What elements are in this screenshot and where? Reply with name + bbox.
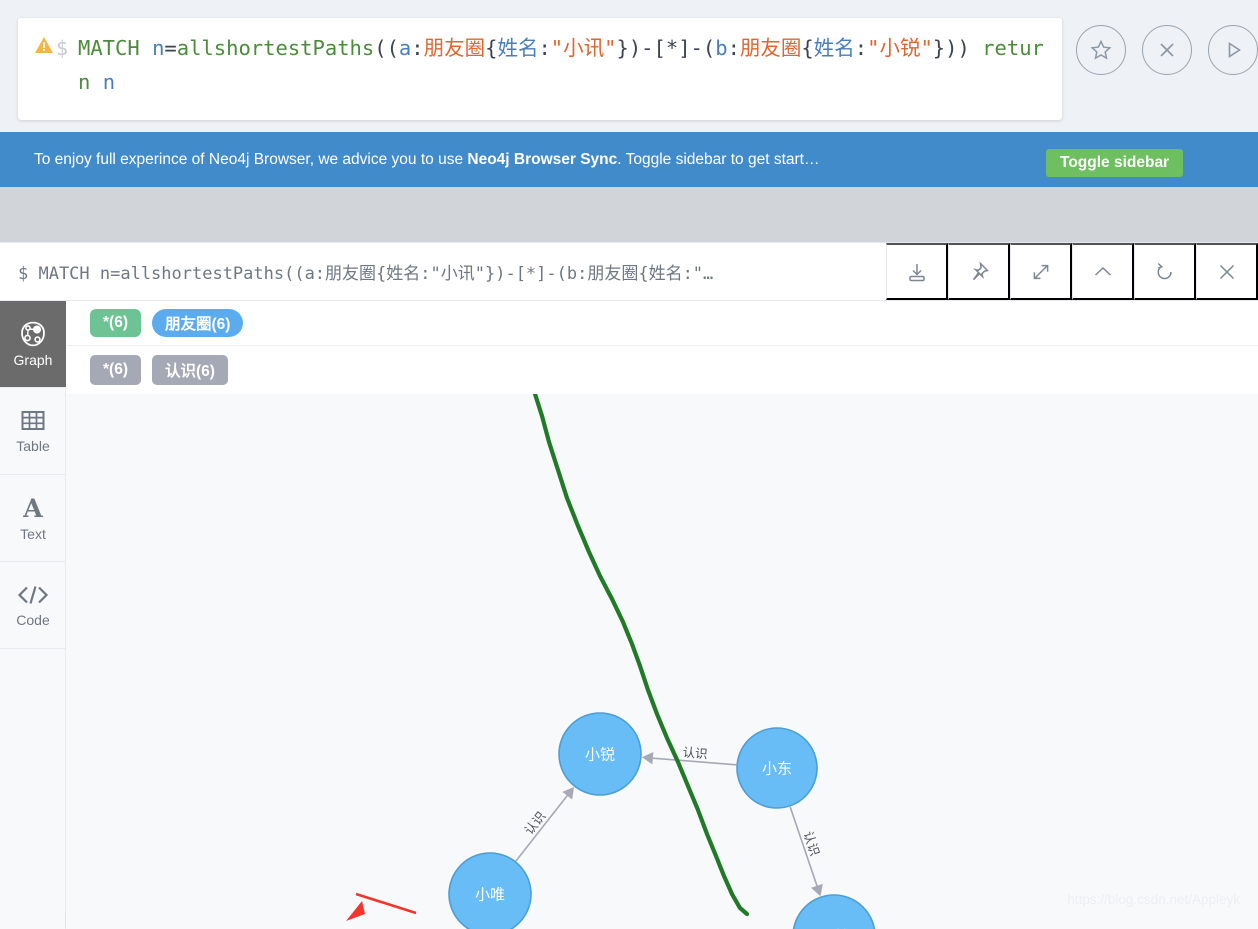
node-label: 小锐	[585, 746, 615, 764]
chip-all-relationships[interactable]: *(6)	[90, 355, 141, 385]
sidebar-item-code-label: Code	[16, 612, 49, 628]
letter-a-icon: A	[19, 494, 47, 522]
table-grid-icon	[19, 408, 47, 434]
chevron-up-icon[interactable]	[1072, 243, 1134, 300]
run-query-button[interactable]	[1208, 25, 1258, 75]
graph-node[interactable]: 小锐	[559, 713, 641, 795]
editor-prompt: $	[56, 32, 78, 64]
sidebar-item-text-label: Text	[20, 526, 46, 542]
close-editor-button[interactable]	[1142, 25, 1192, 75]
node-label: 小唯	[475, 886, 505, 904]
pin-icon[interactable]	[948, 243, 1010, 300]
warning-triangle-icon	[34, 36, 56, 59]
node-circle[interactable]	[793, 895, 875, 929]
relationship-label: 认识	[521, 809, 548, 838]
editor-area: $ MATCH n=allshortestPaths((a:朋友圈{姓名:"小讯…	[0, 0, 1258, 132]
sidebar-item-table[interactable]: Table	[0, 388, 66, 475]
favorite-button[interactable]	[1076, 25, 1126, 75]
query-code-text[interactable]: MATCH n=allshortestPaths((a:朋友圈{姓名:"小讯"}…	[78, 31, 1046, 99]
code-brackets-icon	[16, 582, 50, 608]
node-label-legend: *(6) 朋友圈(6)	[66, 301, 1258, 346]
close-frame-button[interactable]	[1196, 243, 1258, 300]
frame-header: $ MATCH n=allshortestPaths((a:朋友圈{姓名:"小讯…	[0, 243, 1258, 301]
graph-nodes-icon	[19, 320, 47, 348]
sidebar-bottom-filler	[0, 912, 66, 928]
chip-node-label-pengyouquan[interactable]: 朋友圈(6)	[152, 309, 243, 337]
relationship-arrowhead	[642, 752, 653, 764]
svg-text:A: A	[22, 494, 43, 522]
graph-node[interactable]: 小林	[793, 895, 875, 929]
notification-message: To enjoy full experince of Neo4j Browser…	[34, 151, 819, 169]
green-highlight-stroke	[535, 394, 747, 914]
graph-visualization-canvas[interactable]: 认识认识认识认识认识认识小锐小东小唯小林小鹏小讯总过两条最短路径 https:/…	[66, 394, 1258, 929]
result-frame: $ MATCH n=allshortestPaths((a:朋友圈{姓名:"小讯…	[0, 242, 1258, 928]
query-editor-card[interactable]: $ MATCH n=allshortestPaths((a:朋友圈{姓名:"小讯…	[18, 18, 1062, 120]
toggle-sidebar-button[interactable]: Toggle sidebar	[1046, 149, 1183, 177]
download-icon[interactable]	[886, 243, 948, 300]
red-pointer-arrow	[346, 894, 416, 921]
frame-query-text: $ MATCH n=allshortestPaths((a:朋友圈{姓名:"小讯…	[0, 243, 886, 300]
sidebar-item-code[interactable]: Code	[0, 562, 66, 649]
relationship-type-legend: *(6) 认识(6)	[66, 346, 1258, 394]
chip-rel-type-renshi[interactable]: 认识(6)	[152, 355, 228, 385]
expand-arrows-icon[interactable]	[1010, 243, 1072, 300]
sidebar-item-table-label: Table	[16, 438, 49, 454]
sidebar-item-text[interactable]: A Text	[0, 475, 66, 562]
node-label: 小东	[762, 760, 792, 778]
frame-gap-strip	[0, 187, 1258, 242]
relationship-arrowhead	[562, 787, 574, 799]
chip-all-nodes[interactable]: *(6)	[90, 309, 141, 337]
sidebar-item-graph[interactable]: Graph	[0, 301, 66, 388]
view-mode-sidebar: Graph Table A Text Code	[0, 301, 66, 929]
graph-node[interactable]: 小东	[737, 728, 817, 808]
notification-text-after: . Toggle sidebar to get start…	[617, 151, 819, 168]
notification-text-before: To enjoy full experince of Neo4j Browser…	[34, 151, 467, 168]
refresh-icon[interactable]	[1134, 243, 1196, 300]
relationship-label: 认识	[801, 829, 823, 858]
notification-text-bold: Neo4j Browser Sync	[467, 151, 617, 168]
relationship-label: 认识	[682, 745, 708, 762]
sidebar-item-graph-label: Graph	[14, 352, 53, 368]
graph-node[interactable]: 小唯	[449, 853, 531, 929]
